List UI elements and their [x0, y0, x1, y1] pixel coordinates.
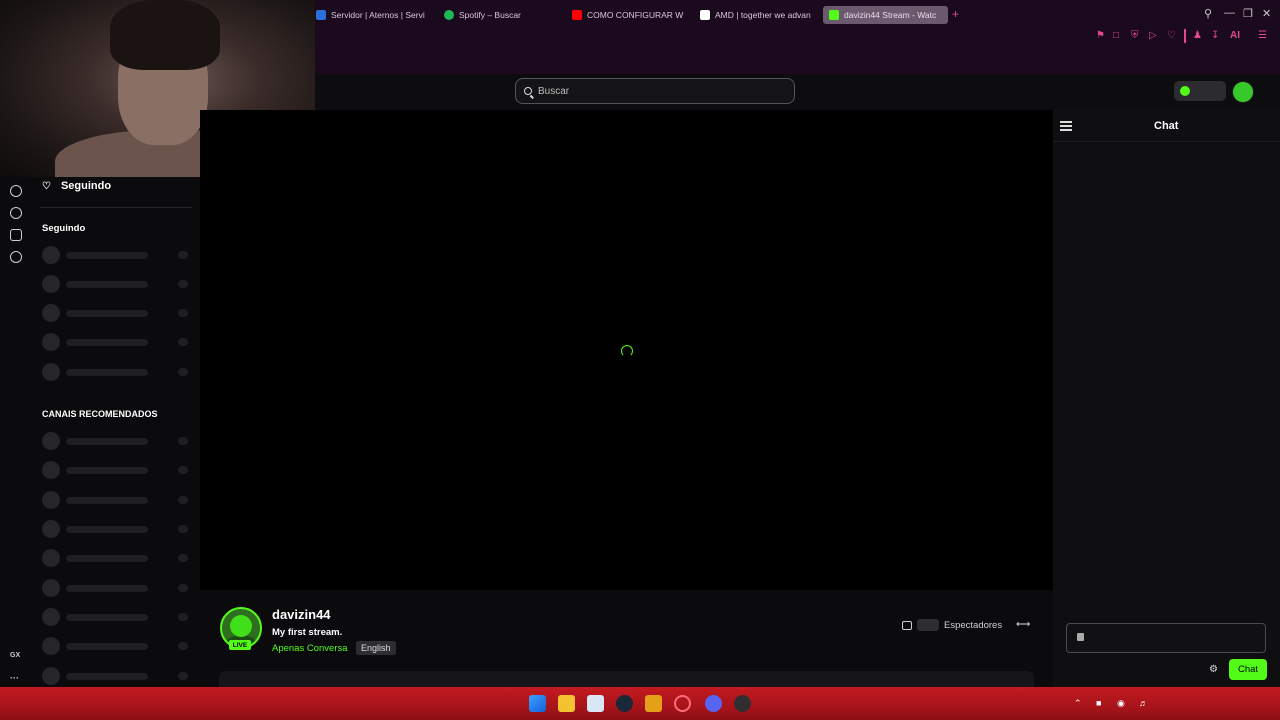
browser-search-icon[interactable]: ⚲ [1204, 7, 1212, 20]
share-icon[interactable]: ⟷ [1016, 619, 1030, 630]
tab-amd[interactable]: AMD | together we advan [700, 6, 812, 24]
snapshot-icon[interactable]: □ [1113, 30, 1119, 41]
kick-favicon-icon [829, 10, 839, 20]
spotify-favicon-icon [444, 10, 454, 20]
screen: Servidor | Aternos | Servi Spotify – Bus… [0, 0, 1280, 720]
chat-title: Chat [1154, 120, 1179, 132]
tab-spotify[interactable]: Spotify – Buscar [444, 6, 556, 24]
viewer-count: Espectadores [902, 619, 1002, 631]
following-skeleton-row [42, 246, 190, 264]
tab-aternos[interactable]: Servidor | Aternos | Servi [316, 6, 428, 24]
following-skeleton-row [42, 363, 190, 381]
following-skeleton-row [42, 304, 190, 322]
ai-button[interactable]: AI [1230, 30, 1240, 41]
recommended-skeleton-row [42, 637, 190, 655]
search-icon [524, 87, 532, 95]
search-placeholder: Buscar [538, 85, 570, 97]
tab-youtube[interactable]: COMO CONFIGURAR WE [572, 6, 684, 24]
extensions-icon[interactable] [10, 229, 22, 241]
tray-chevron-icon[interactable]: ⌃ [1074, 698, 1082, 709]
history-icon[interactable] [10, 207, 22, 219]
new-tab-button[interactable]: + [952, 7, 959, 21]
pinned-app-icon[interactable] [645, 695, 662, 712]
discord-icon[interactable] [705, 695, 722, 712]
recommended-skeleton-row [42, 491, 190, 509]
windows-taskbar [0, 687, 1280, 720]
viewers-icon [902, 620, 912, 630]
play-circle-icon[interactable] [10, 185, 22, 197]
notepad-icon[interactable] [587, 695, 604, 712]
about-panel-edge [219, 671, 1034, 687]
live-badge: LIVE [229, 640, 251, 650]
chat-panel [1053, 110, 1280, 687]
browser-menu-icon[interactable]: ☰ [1258, 30, 1267, 41]
gx-icon[interactable]: GX [10, 652, 20, 659]
minimize-icon[interactable]: — [1224, 7, 1235, 19]
kick-wallet-button[interactable] [1174, 81, 1226, 101]
following-section-title: Seguindo [42, 223, 86, 234]
recommended-skeleton-row [42, 667, 190, 685]
following-skeleton-row [42, 275, 190, 293]
close-icon[interactable]: ✕ [1262, 7, 1271, 20]
play-icon[interactable]: ▷ [1149, 30, 1157, 41]
recommended-skeleton-row [42, 549, 190, 567]
kick-logo-icon [1180, 86, 1190, 96]
chat-settings-icon[interactable]: ⚙ [1209, 664, 1218, 675]
stream-category-link[interactable]: Apenas Conversa [272, 643, 348, 654]
following-skeleton-row [42, 333, 190, 351]
user-avatar[interactable] [1232, 81, 1254, 103]
steam-icon[interactable] [616, 695, 633, 712]
file-explorer-icon[interactable] [558, 695, 575, 712]
recommended-skeleton-row [42, 461, 190, 479]
channel-name[interactable]: davizin44 [272, 607, 331, 622]
toolbar-separator [1184, 29, 1186, 43]
recommended-skeleton-row [42, 520, 190, 538]
obs-icon[interactable] [734, 695, 751, 712]
tab-kick-active[interactable]: davizin44 Stream - Watc [823, 6, 948, 24]
opera-gx-icon[interactable] [674, 695, 691, 712]
tray-app-icon[interactable]: ■ [1096, 698, 1101, 708]
settings-icon[interactable] [10, 251, 22, 263]
collapse-chat-icon[interactable] [1060, 121, 1072, 131]
recommended-skeleton-row [42, 579, 190, 597]
bookmark-icon[interactable]: ⚑ [1096, 30, 1105, 41]
tray-network-icon[interactable]: ◉ [1117, 698, 1125, 709]
chat-input[interactable] [1066, 623, 1266, 653]
download-icon[interactable]: ↧ [1211, 30, 1219, 41]
chat-send-button[interactable]: Chat [1229, 659, 1267, 680]
following-nav-item[interactable]: ♡ Seguindo [42, 180, 111, 192]
youtube-favicon-icon [572, 10, 582, 20]
amd-favicon-icon [700, 10, 710, 20]
restore-icon[interactable]: ❐ [1243, 7, 1253, 20]
loading-spinner-icon [621, 345, 633, 357]
windows-start-icon[interactable] [529, 695, 546, 712]
profile-icon[interactable]: ♟ [1193, 30, 1202, 41]
aternos-favicon-icon [316, 10, 326, 20]
tray-speaker-icon[interactable]: ♬ [1139, 698, 1148, 708]
heart-icon[interactable]: ♡ [1167, 30, 1176, 41]
sidebar-divider [40, 207, 192, 208]
viewer-count-placeholder [917, 619, 939, 631]
recommended-skeleton-row [42, 432, 190, 450]
stream-title: My first stream. [272, 627, 343, 638]
more-icon[interactable]: ··· [10, 673, 19, 683]
language-tag[interactable]: English [356, 641, 396, 655]
search-input[interactable]: Buscar [515, 78, 795, 104]
shield-icon[interactable]: ⛨ [1131, 30, 1139, 41]
recommended-skeleton-row [42, 608, 190, 626]
lock-icon [1077, 633, 1084, 641]
heart-icon: ♡ [42, 180, 51, 192]
recommended-section-title: CANAIS RECOMENDADOS [42, 409, 158, 419]
